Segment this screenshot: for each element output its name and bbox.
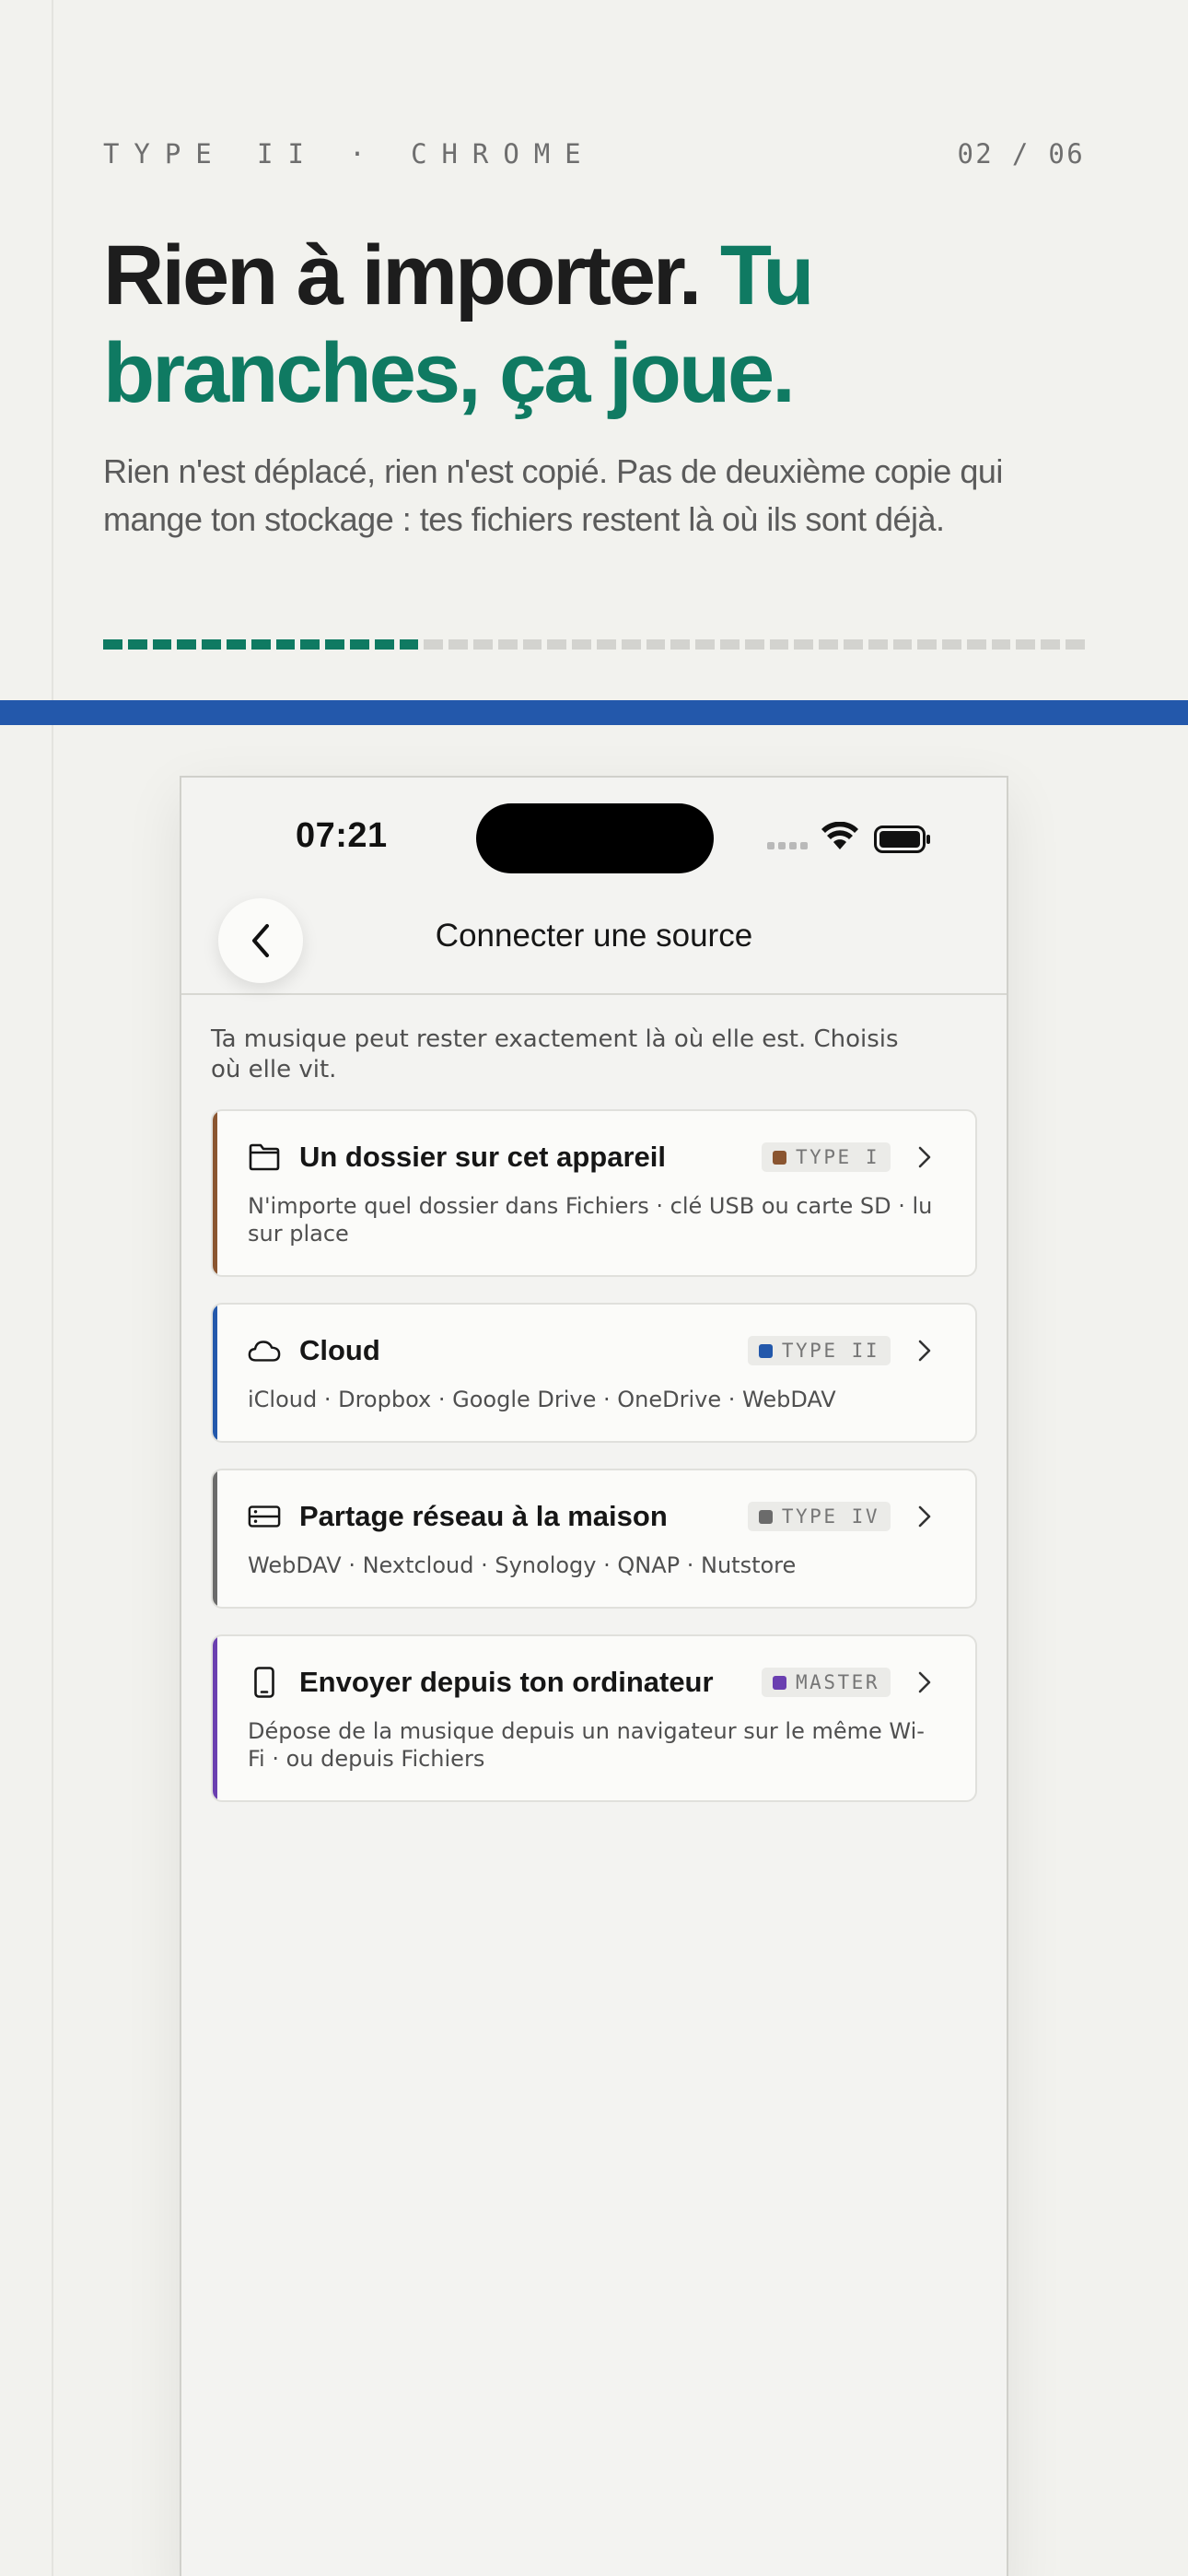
progress-segment-filled bbox=[127, 639, 147, 650]
progress-segment-filled bbox=[349, 639, 369, 650]
nav-title: Connecter une source bbox=[435, 918, 753, 954]
cellular-signal-icon bbox=[767, 842, 808, 849]
progress-segment bbox=[547, 639, 567, 650]
source-description: WebDAV · Nextcloud · Synology · QNAP · N… bbox=[248, 1552, 797, 1578]
source-card-cloud[interactable]: Cloud TYPE II iCloud · Dropbox · Google … bbox=[211, 1303, 977, 1443]
badge-label: TYPE IV bbox=[781, 1505, 879, 1528]
type-badge: TYPE II bbox=[747, 1336, 891, 1365]
folder-icon bbox=[248, 1141, 281, 1174]
status-time: 07:21 bbox=[296, 816, 388, 855]
type-badge: TYPE IV bbox=[747, 1502, 891, 1531]
badge-label: MASTER bbox=[796, 1671, 879, 1693]
chevron-right-icon bbox=[914, 1338, 935, 1364]
progress-segment-filled bbox=[399, 639, 419, 650]
progress-segment bbox=[1066, 639, 1085, 650]
badge-label: TYPE I bbox=[796, 1146, 879, 1168]
progress-segment bbox=[497, 639, 518, 650]
progress-segment bbox=[942, 639, 961, 650]
headline: Rien à importer. Tu branches, ça joue. bbox=[103, 227, 1085, 422]
progress-segment bbox=[472, 639, 493, 650]
badge-label: TYPE II bbox=[781, 1340, 879, 1362]
progress-segment-filled bbox=[226, 639, 246, 650]
battery-icon bbox=[874, 825, 930, 853]
progress-segment bbox=[744, 639, 764, 650]
progress-segment bbox=[522, 639, 542, 650]
progress-segment bbox=[966, 639, 986, 650]
progress-segment-filled bbox=[250, 639, 271, 650]
progress-segment-filled bbox=[103, 639, 122, 650]
headline-plain: Rien à importer. bbox=[103, 228, 702, 322]
progress-segment bbox=[769, 639, 789, 650]
phone-mockup: 07:21 Connecter une source Ta musique pe… bbox=[180, 776, 1008, 2576]
source-list: Un dossier sur cet appareil TYPE I N'imp… bbox=[181, 1085, 1007, 1802]
source-card-send-from-computer[interactable]: Envoyer depuis ton ordinateur MASTER Dép… bbox=[211, 1634, 977, 1802]
phone-icon bbox=[248, 1666, 281, 1699]
source-description: Dépose de la musique depuis un navigateu… bbox=[248, 1718, 925, 1772]
progress-segment-filled bbox=[325, 639, 344, 650]
source-title: Cloud bbox=[299, 1334, 380, 1366]
source-card-network-share[interactable]: Partage réseau à la maison TYPE IV WebDA… bbox=[211, 1469, 977, 1609]
dynamic-island bbox=[476, 803, 714, 873]
cloud-icon bbox=[248, 1334, 281, 1367]
progress-segment-filled bbox=[300, 639, 320, 650]
progress-segment-filled bbox=[275, 639, 296, 650]
progress-segment-filled bbox=[152, 639, 172, 650]
progress-segment bbox=[448, 639, 468, 650]
progress-segment bbox=[695, 639, 715, 650]
chevron-right-icon bbox=[914, 1144, 935, 1170]
server-icon bbox=[248, 1500, 281, 1533]
source-title: Un dossier sur cet appareil bbox=[299, 1141, 666, 1173]
eyebrow-label: TYPE II · CHROME bbox=[103, 138, 596, 170]
accent-band bbox=[0, 700, 1188, 725]
progress-segment bbox=[572, 639, 591, 650]
intro-text: Ta musique peut rester exactement là où … bbox=[211, 1025, 899, 1083]
type-stripe bbox=[213, 1305, 217, 1441]
margin-rule bbox=[52, 0, 53, 2576]
source-card-local-folder[interactable]: Un dossier sur cet appareil TYPE I N'imp… bbox=[211, 1109, 977, 1277]
type-stripe bbox=[213, 1111, 217, 1275]
source-description: N'importe quel dossier dans Fichiers · c… bbox=[248, 1193, 933, 1247]
progress-segment bbox=[424, 639, 444, 650]
progress-segment bbox=[843, 639, 863, 650]
progress-segment-filled bbox=[202, 639, 221, 650]
progress-segment bbox=[794, 639, 814, 650]
progress-segment-filled bbox=[374, 639, 394, 650]
type-badge: TYPE I bbox=[762, 1142, 891, 1172]
source-title: Partage réseau à la maison bbox=[299, 1500, 668, 1532]
source-title: Envoyer depuis ton ordinateur bbox=[299, 1666, 714, 1698]
progress-segment bbox=[892, 639, 913, 650]
progress-segment bbox=[621, 639, 641, 650]
progress-segment-filled bbox=[177, 639, 197, 650]
type-stripe bbox=[213, 1470, 217, 1607]
progress-segment bbox=[1016, 639, 1036, 650]
wifi-icon bbox=[821, 822, 858, 849]
progress-segment bbox=[991, 639, 1011, 650]
type-badge: MASTER bbox=[762, 1668, 891, 1697]
slide-counter: 02 / 06 bbox=[957, 138, 1085, 170]
progress-segment bbox=[917, 639, 938, 650]
progress-segment bbox=[819, 639, 838, 650]
chevron-right-icon bbox=[914, 1504, 935, 1529]
type-stripe bbox=[213, 1636, 217, 1800]
nav-bar: Connecter une source bbox=[181, 897, 1007, 995]
slide-header: TYPE II · CHROME 02 / 06 Rien à importer… bbox=[103, 138, 1085, 650]
progress-segment bbox=[868, 639, 888, 650]
source-description: iCloud · Dropbox · Google Drive · OneDri… bbox=[248, 1387, 836, 1412]
status-bar: 07:21 bbox=[181, 778, 1007, 897]
progress-segment bbox=[646, 639, 666, 650]
eyebrow-row: TYPE II · CHROME 02 / 06 bbox=[103, 138, 1085, 170]
chevron-right-icon bbox=[914, 1669, 935, 1695]
progress-bar bbox=[103, 639, 1085, 650]
subtitle: Rien n'est déplacé, rien n'est copié. Pa… bbox=[103, 452, 1003, 538]
progress-segment bbox=[719, 639, 740, 650]
progress-segment bbox=[596, 639, 616, 650]
progress-segment bbox=[670, 639, 691, 650]
progress-segment bbox=[1041, 639, 1061, 650]
